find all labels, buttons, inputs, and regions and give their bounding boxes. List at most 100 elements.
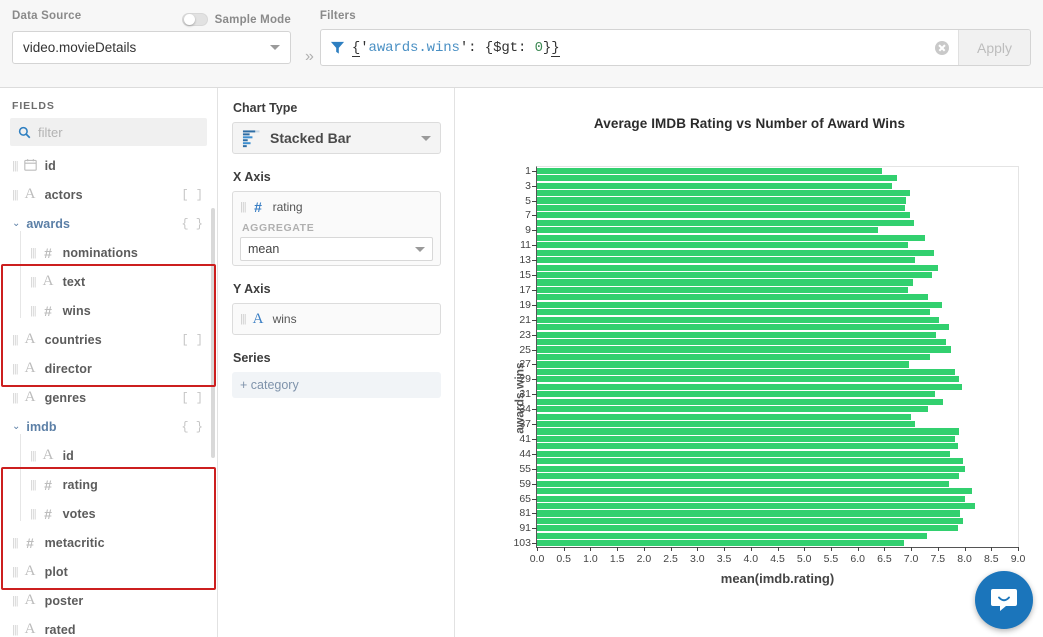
bar-7[interactable] (537, 212, 910, 218)
bar-37[interactable] (537, 421, 915, 427)
field-row-id[interactable]: |||id (0, 151, 217, 180)
drag-handle-icon[interactable]: ||| (30, 508, 36, 520)
drag-handle-icon[interactable]: ||| (240, 201, 246, 213)
field-row-rating[interactable]: |||#rating (0, 470, 217, 499)
apply-button[interactable]: Apply (958, 30, 1030, 65)
x-axis-slot[interactable]: ||| # rating AGGREGATE mean (232, 191, 441, 266)
bar-10[interactable] (537, 235, 925, 241)
drag-handle-icon[interactable]: ||| (30, 305, 36, 317)
field-search-box[interactable]: filter (10, 118, 207, 146)
field-row-genres[interactable]: |||Agenres[ ] (0, 383, 217, 412)
bar-60[interactable] (537, 488, 972, 494)
bar-3[interactable] (537, 183, 892, 189)
bar-4[interactable] (537, 190, 910, 196)
field-row-text[interactable]: |||Atext (0, 267, 217, 296)
aggregate-select[interactable]: mean (240, 237, 433, 261)
drag-handle-icon[interactable]: ||| (30, 247, 36, 259)
bar-24[interactable] (537, 339, 946, 345)
bar-16[interactable] (537, 279, 913, 285)
bar-21[interactable] (537, 317, 939, 323)
bar-20[interactable] (537, 309, 930, 315)
y-axis-field-chip[interactable]: ||| A wins (240, 308, 433, 330)
bar-19[interactable] (537, 302, 942, 308)
drag-handle-icon[interactable]: ||| (12, 160, 18, 172)
field-row-countries[interactable]: |||Acountries[ ] (0, 325, 217, 354)
bar-26[interactable] (537, 354, 930, 360)
field-row-imdb[interactable]: ⌄imdb{ } (0, 412, 217, 441)
chevron-down-icon[interactable]: ⌄ (12, 218, 20, 229)
field-row-id[interactable]: |||Aid (0, 441, 217, 470)
bar-27[interactable] (537, 361, 909, 367)
field-row-nominations[interactable]: |||#nominations (0, 238, 217, 267)
bar-41[interactable] (537, 436, 955, 442)
drag-handle-icon[interactable]: ||| (12, 189, 18, 201)
bar-70[interactable] (537, 503, 975, 509)
bar-95[interactable] (537, 533, 927, 539)
bar-85[interactable] (537, 518, 963, 524)
bar-8[interactable] (537, 220, 914, 226)
drag-handle-icon[interactable]: ||| (12, 392, 18, 404)
field-row-director[interactable]: |||Adirector (0, 354, 217, 383)
filter-expression[interactable]: {'awards.wins': {$gt: 0}} (352, 40, 935, 56)
field-row-votes[interactable]: |||#votes (0, 499, 217, 528)
bar-5[interactable] (537, 197, 906, 203)
bar-65[interactable] (537, 496, 965, 502)
field-row-rated[interactable]: |||Arated (0, 615, 217, 637)
bar-59[interactable] (537, 481, 949, 487)
bar-13[interactable] (537, 257, 915, 263)
bar-11[interactable] (537, 242, 908, 248)
y-axis-slot[interactable]: ||| A wins (232, 303, 441, 335)
bar-18[interactable] (537, 294, 928, 300)
bar-25[interactable] (537, 346, 951, 352)
data-source-select[interactable]: video.movieDetails (12, 31, 291, 64)
drag-handle-icon[interactable]: ||| (12, 624, 18, 636)
filter-input-bar[interactable]: {'awards.wins': {$gt: 0}} Apply (320, 29, 1031, 66)
bar-30[interactable] (537, 384, 962, 390)
field-row-awards[interactable]: ⌄awards{ } (0, 209, 217, 238)
drag-handle-icon[interactable]: ||| (12, 334, 18, 346)
drag-handle-icon[interactable]: ||| (30, 479, 36, 491)
chat-bubble-icon[interactable] (975, 571, 1033, 629)
bar-31[interactable] (537, 391, 935, 397)
drag-handle-icon[interactable]: ||| (240, 313, 246, 325)
x-axis-field-chip[interactable]: ||| # rating (240, 196, 433, 218)
drag-handle-icon[interactable]: ||| (12, 363, 18, 375)
field-row-poster[interactable]: |||Aposter (0, 586, 217, 615)
bar-55[interactable] (537, 466, 965, 472)
bar-32[interactable] (537, 399, 943, 405)
bar-91[interactable] (537, 525, 958, 531)
bar-22[interactable] (537, 324, 949, 330)
drag-handle-icon[interactable]: ||| (12, 595, 18, 607)
drag-handle-icon[interactable]: ||| (12, 537, 18, 549)
clear-circle-icon[interactable] (935, 41, 949, 55)
drag-handle-icon[interactable]: ||| (12, 566, 18, 578)
bar-38[interactable] (537, 428, 959, 434)
bar-2[interactable] (537, 175, 897, 181)
chevron-double-right-icon[interactable]: » (305, 22, 314, 66)
field-row-wins[interactable]: |||#wins (0, 296, 217, 325)
bar-6[interactable] (537, 205, 905, 211)
sidebar-scrollbar[interactable] (211, 208, 215, 458)
bar-23[interactable] (537, 332, 936, 338)
series-slot[interactable]: + category (232, 372, 441, 398)
bar-17[interactable] (537, 287, 908, 293)
bar-35[interactable] (537, 414, 911, 420)
drag-handle-icon[interactable]: ||| (30, 276, 36, 288)
sample-mode-toggle[interactable] (182, 13, 208, 26)
field-row-plot[interactable]: |||Aplot (0, 557, 217, 586)
drag-handle-icon[interactable]: ||| (30, 450, 36, 462)
bar-34[interactable] (537, 406, 928, 412)
bar-103[interactable] (537, 540, 904, 546)
sample-mode-control[interactable]: Sample Mode (182, 13, 291, 26)
bar-42[interactable] (537, 443, 958, 449)
bar-56[interactable] (537, 473, 959, 479)
chart-type-select[interactable]: Stacked Bar (232, 122, 441, 154)
bar-28[interactable] (537, 369, 955, 375)
bar-9[interactable] (537, 227, 878, 233)
bar-81[interactable] (537, 510, 960, 516)
bar-14[interactable] (537, 265, 938, 271)
field-row-actors[interactable]: |||Aactors[ ] (0, 180, 217, 209)
chevron-down-icon[interactable]: ⌄ (12, 421, 20, 432)
bar-45[interactable] (537, 458, 963, 464)
bar-15[interactable] (537, 272, 932, 278)
